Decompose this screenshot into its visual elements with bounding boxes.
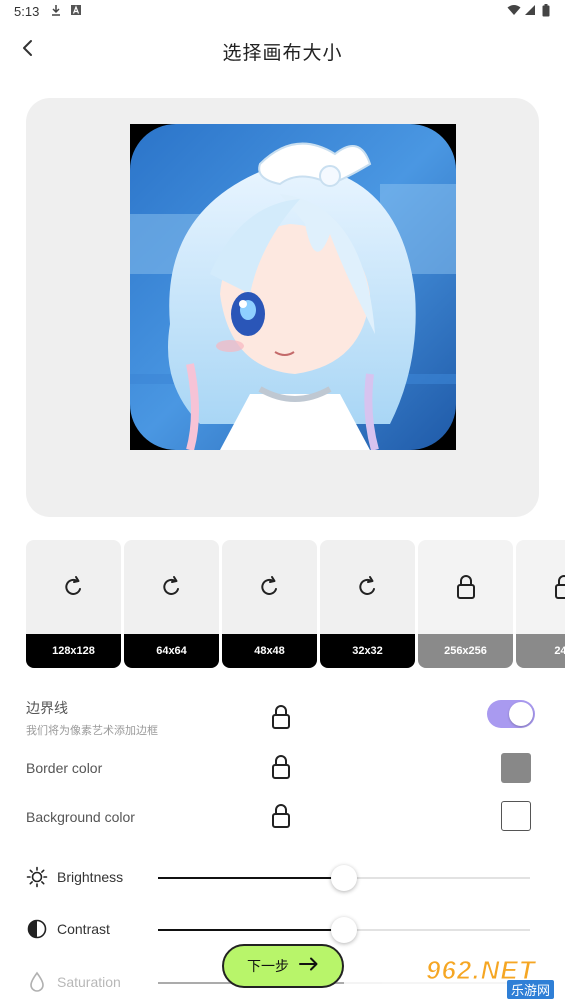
border-option-row: 边界线 我们将为像素艺术添加边框	[26, 698, 536, 738]
wifi-icon	[507, 4, 521, 19]
status-time: 5:13	[14, 4, 40, 19]
top-bar: 选择画布大小	[0, 28, 565, 72]
lock-icon	[516, 570, 565, 604]
next-button[interactable]: 下一步	[222, 944, 344, 988]
refresh-icon	[222, 570, 317, 604]
background-color-swatch[interactable]	[501, 801, 531, 831]
brightness-slider-row: Brightness	[26, 863, 536, 893]
border-toggle[interactable]	[487, 700, 535, 728]
border-color-swatch[interactable]	[501, 753, 531, 783]
lock-icon	[271, 803, 291, 834]
brightness-label: Brightness	[57, 869, 124, 885]
lock-icon	[271, 704, 291, 735]
contrast-label: Contrast	[57, 921, 110, 937]
battery-icon	[542, 4, 550, 20]
contrast-fill	[158, 929, 344, 931]
background-color-row: Background color	[26, 801, 536, 833]
droplet-icon	[26, 971, 48, 993]
lock-icon	[271, 754, 291, 785]
lock-icon	[418, 570, 513, 604]
refresh-icon	[124, 570, 219, 604]
size-label: 48x48	[222, 634, 317, 668]
size-option-256-locked[interactable]: 256x256	[418, 540, 513, 668]
canvas-size-list: 128x128 64x64 48x48 32x32 256x256 24x	[26, 540, 565, 670]
brightness-track[interactable]	[158, 865, 530, 891]
preview-card	[26, 98, 539, 517]
size-label: 128x128	[26, 634, 121, 668]
size-label: 256x256	[418, 634, 513, 668]
contrast-track[interactable]	[158, 917, 530, 943]
anime-girl-avatar-preview	[130, 124, 456, 450]
size-label: 24x	[516, 634, 565, 668]
arrow-right-icon	[299, 957, 319, 975]
border-color-row: Border color	[26, 752, 536, 784]
sun-icon	[26, 866, 48, 888]
saturation-label: Saturation	[57, 974, 121, 990]
contrast-icon	[26, 918, 48, 940]
refresh-icon	[26, 570, 121, 604]
brightness-fill	[158, 877, 344, 879]
page-title: 选择画布大小	[222, 42, 343, 64]
contrast-slider-row: Contrast	[26, 915, 536, 945]
signal-icon	[524, 4, 536, 19]
size-option-32[interactable]: 32x32	[320, 540, 415, 668]
contrast-thumb[interactable]	[331, 917, 357, 943]
size-option-64[interactable]: 64x64	[124, 540, 219, 668]
preview-image	[130, 124, 456, 450]
next-label: 下一步	[247, 959, 289, 975]
size-option-128[interactable]: 128x128	[26, 540, 121, 668]
download-icon	[50, 4, 62, 19]
size-label: 64x64	[124, 634, 219, 668]
watermark-logo: 962.NET 乐游网	[426, 955, 558, 999]
size-option-24-locked[interactable]: 24x	[516, 540, 565, 668]
brightness-thumb[interactable]	[331, 865, 357, 891]
refresh-icon	[320, 570, 415, 604]
size-label: 32x32	[320, 634, 415, 668]
font-icon	[70, 4, 82, 19]
status-bar: 5:13	[0, 0, 565, 24]
watermark-small: 乐游网	[506, 980, 554, 999]
toggle-knob	[509, 702, 533, 726]
size-option-48[interactable]: 48x48	[222, 540, 317, 668]
